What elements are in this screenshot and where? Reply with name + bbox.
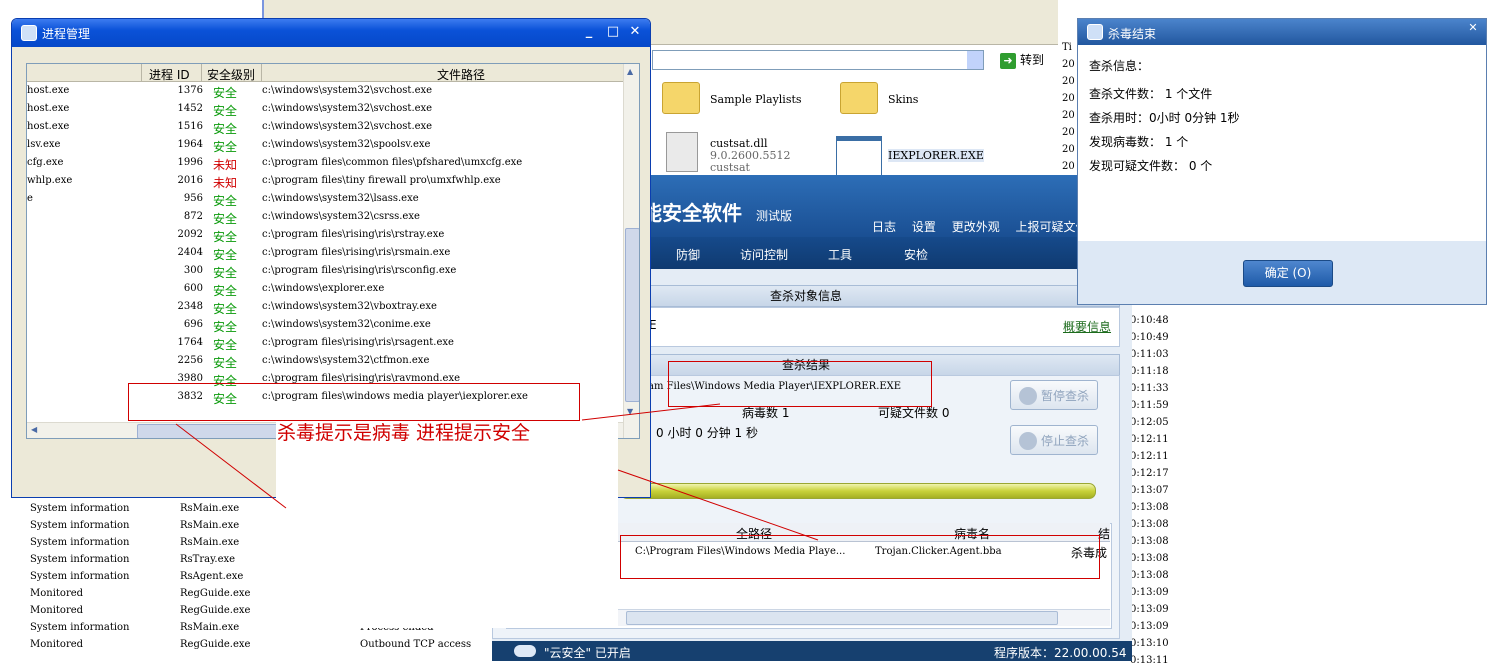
- annotation-lines: [175, 403, 819, 541]
- annotation-text: 杀毒提示是病毒 进程提示安全: [277, 422, 531, 444]
